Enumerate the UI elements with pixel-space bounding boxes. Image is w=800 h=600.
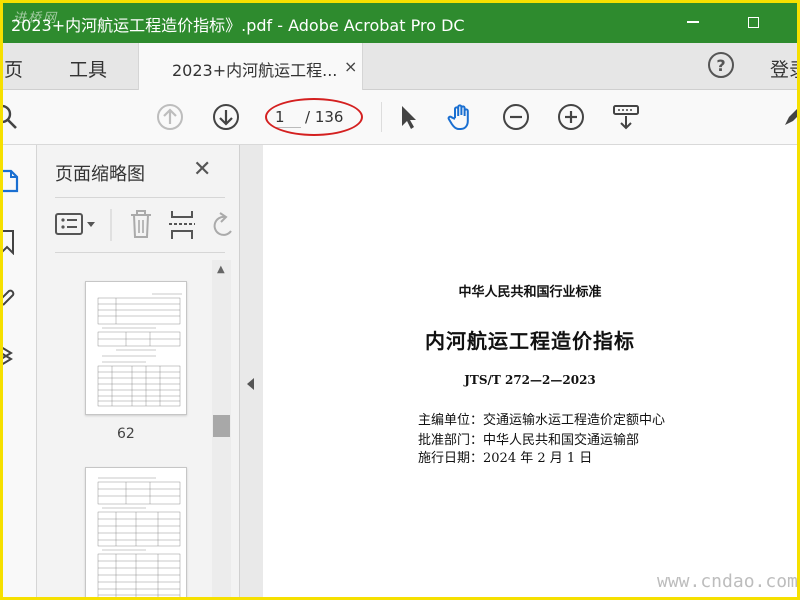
maximize-icon bbox=[747, 16, 759, 28]
tab-bar: 主页 工具 2023+内河航运工程... × ? 登录 bbox=[3, 43, 797, 90]
prev-page-icon[interactable] bbox=[154, 101, 186, 133]
comment-pen-icon[interactable] bbox=[777, 101, 797, 133]
app-frame: 进桥网 2023+内河航运工程造价指标》.pdf - Adobe Acrobat… bbox=[0, 0, 800, 600]
panel-divider bbox=[55, 197, 225, 198]
page-thumbnails-icon[interactable] bbox=[3, 167, 23, 195]
layers-icon[interactable] bbox=[3, 341, 23, 369]
thumbnail-page-number: 62 bbox=[117, 426, 135, 442]
scroll-mode-icon[interactable] bbox=[610, 101, 642, 133]
home-menu[interactable]: 主页 bbox=[3, 55, 23, 82]
scroll-up-icon[interactable]: ▲ bbox=[217, 264, 225, 275]
toolbar: / 136 bbox=[3, 90, 797, 145]
page-thumbnails-panel: 页面缩略图 ✕ 62 ▲ bbox=[37, 145, 240, 597]
close-panel-icon[interactable]: ✕ bbox=[193, 157, 211, 182]
page-thumbnail[interactable] bbox=[85, 467, 187, 597]
attachment-icon[interactable] bbox=[3, 283, 23, 311]
rotate-page-icon[interactable] bbox=[213, 212, 232, 236]
document-tab[interactable]: 2023+内河航运工程... × bbox=[138, 43, 363, 90]
panel-scrollbar[interactable]: ▲ bbox=[212, 260, 231, 597]
close-tab-icon[interactable]: × bbox=[344, 57, 357, 76]
navigation-rail bbox=[3, 145, 37, 597]
doc-code: JTS/T 272—2—2023 bbox=[464, 373, 596, 387]
options-menu-icon[interactable] bbox=[55, 213, 95, 235]
site-watermark: www.cndao.com bbox=[657, 571, 798, 592]
annotation-oval bbox=[265, 98, 363, 136]
page-thumbnail[interactable] bbox=[85, 281, 187, 415]
signin-button[interactable]: 登录 bbox=[770, 55, 797, 82]
scrollbar-thumb[interactable] bbox=[213, 415, 230, 437]
document-viewer[interactable]: 中华人民共和国行业标准 内河航运工程造价指标 JTS/T 272—2—2023 … bbox=[263, 145, 797, 597]
insert-page-icon[interactable] bbox=[169, 211, 195, 239]
doc-editor: 主编单位：交通运输水运工程造价定额中心 bbox=[418, 413, 666, 428]
help-icon[interactable]: ? bbox=[708, 52, 734, 78]
zoom-out-icon[interactable] bbox=[500, 101, 532, 133]
page-navigator: / 136 bbox=[265, 98, 363, 136]
panel-title: 页面缩略图 bbox=[55, 164, 145, 185]
panel-toolbar bbox=[55, 205, 240, 249]
tools-menu[interactable]: 工具 bbox=[69, 55, 107, 82]
minimize-icon bbox=[687, 21, 699, 23]
next-page-icon[interactable] bbox=[210, 101, 242, 133]
document-page: 中华人民共和国行业标准 内河航运工程造价指标 JTS/T 272—2—2023 … bbox=[263, 145, 797, 597]
collapse-arrow-icon[interactable] bbox=[247, 378, 254, 390]
toolbar-divider bbox=[381, 102, 382, 132]
pointer-arrow-icon[interactable] bbox=[391, 101, 423, 133]
title-bar: 进桥网 2023+内河航运工程造价指标》.pdf - Adobe Acrobat… bbox=[3, 3, 797, 43]
zoom-in-icon[interactable] bbox=[555, 101, 587, 133]
maximize-button[interactable] bbox=[738, 9, 768, 35]
minimize-button[interactable] bbox=[678, 9, 708, 35]
doc-approver: 批准部门：中华人民共和国交通运输部 bbox=[418, 433, 640, 448]
document-tab-label: 2023+内河航运工程... bbox=[172, 61, 338, 80]
collapse-panel-strip[interactable] bbox=[240, 145, 263, 597]
doc-title: 内河航运工程造价指标 bbox=[425, 329, 635, 353]
bookmark-icon[interactable] bbox=[3, 227, 23, 255]
hand-icon[interactable] bbox=[445, 101, 477, 133]
doc-standard-line: 中华人民共和国行业标准 bbox=[458, 285, 602, 300]
panel-divider bbox=[55, 252, 225, 253]
search-icon[interactable] bbox=[3, 101, 21, 133]
doc-effective-date: 施行日期：2024 年 2 月 1 日 bbox=[418, 451, 593, 466]
window-title: 2023+内河航运工程造价指标》.pdf - Adobe Acrobat Pro… bbox=[11, 16, 465, 35]
delete-page-icon[interactable] bbox=[131, 210, 151, 238]
